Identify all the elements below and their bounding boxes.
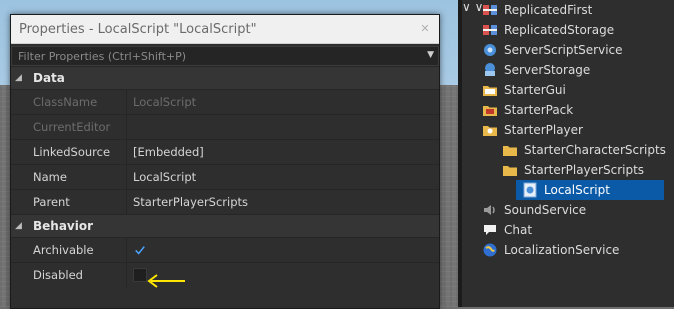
property-value [127,115,439,139]
tree-item-label: StarterPack [504,103,574,117]
property-name: Disabled [11,263,127,287]
annotation-arrow-icon [147,274,185,288]
server-storage-icon [482,62,498,78]
tree-item-startercharacterscripts[interactable]: StarterCharacterScripts [502,140,666,160]
section-data[interactable]: ◢ Data [11,66,439,89]
chat-bubble-icon [482,222,498,238]
tree-item-starterpack[interactable]: StarterPack [482,100,573,120]
tree-item-startergui[interactable]: StarterGui [482,80,566,100]
properties-titlebar[interactable]: Properties - LocalScript "LocalScript" ✕ [11,15,439,44]
property-row-classname[interactable]: ClassName LocalScript [11,89,439,114]
tree-item-starterplayerscripts[interactable]: StarterPlayerScripts [502,160,644,180]
tree-item-serverscriptservice[interactable]: ServerScriptService [482,40,623,60]
tree-item-replicatedstorage[interactable]: ReplicatedStorage [482,20,614,40]
filter-placeholder: Filter Properties (Ctrl+Shift+P) [18,49,187,63]
properties-title: Properties - LocalScript "LocalScript" [19,21,257,37]
folder-icon [502,162,518,178]
tree-item-serverstorage[interactable]: ServerStorage [482,60,590,80]
property-row-parent[interactable]: Parent StarterPlayerScripts [11,189,439,214]
explorer-panel: ReplicatedFirst ReplicatedStorage Server… [462,0,674,307]
chevron-down-icon[interactable]: ◢ [15,221,29,231]
tree-item-label: SoundService [504,203,587,217]
tree-item-label: Chat [504,223,533,237]
tree-item-label: LocalScript [544,183,610,197]
tree-item-label: StarterGui [504,83,566,97]
tree-item-label: ServerScriptService [504,43,623,57]
folder-icon [502,142,518,158]
globe-icon [482,242,498,258]
property-row-linkedsource[interactable]: LinkedSource [Embedded] [11,139,439,164]
property-value[interactable]: [Embedded] [127,140,439,164]
tree-item-soundservice[interactable]: SoundService [482,200,586,220]
replicated-storage-icon [482,22,498,38]
property-row-currenteditor[interactable]: CurrentEditor [11,114,439,139]
property-name: ClassName [11,90,127,114]
chevron-down-icon[interactable]: ∨ [462,0,471,14]
speaker-icon [482,202,498,218]
property-row-name[interactable]: Name LocalScript [11,164,439,189]
local-script-icon [522,182,538,198]
tree-item-label: LocalizationService [504,243,620,257]
property-name: Name [11,165,127,189]
property-value[interactable]: LocalScript [127,165,439,189]
checkmark-icon [135,246,145,255]
tree-item-localizationservice[interactable]: LocalizationService [482,240,619,260]
tree-item-label: ReplicatedStorage [504,23,615,37]
archivable-checkbox[interactable] [133,243,147,257]
property-row-archivable[interactable]: Archivable [11,237,439,262]
property-name: CurrentEditor [11,115,127,139]
filter-properties-input[interactable]: Filter Properties (Ctrl+Shift+P) ▼ [11,46,439,66]
property-value[interactable]: StarterPlayerScripts [127,190,439,214]
property-name: Parent [11,190,127,214]
replicated-first-icon [482,2,498,18]
chevron-down-icon[interactable]: ▼ [427,50,434,60]
tree-item-label: StarterPlayer [504,123,583,137]
tree-item-label: StarterPlayerScripts [524,163,645,177]
section-behavior[interactable]: ◢ Behavior [11,214,439,237]
tree-item-label: StarterCharacterScripts [524,143,666,157]
tree-item-starterplayer[interactable]: StarterPlayer [482,120,583,140]
property-value: LocalScript [133,95,197,109]
tree-item-localscript[interactable]: LocalScript [522,180,610,200]
property-value [127,238,439,262]
tree-item-chat[interactable]: Chat [482,220,532,240]
tree-item-label: ServerStorage [504,63,591,77]
folder-icon [482,102,498,118]
folder-icon [482,122,498,138]
section-data-label: Data [33,71,65,85]
server-script-service-icon [482,42,498,58]
close-icon[interactable]: ✕ [417,21,433,37]
section-behavior-label: Behavior [33,219,94,233]
property-row-disabled[interactable]: Disabled [11,262,439,287]
properties-window: Properties - LocalScript "LocalScript" ✕… [10,14,440,309]
property-name: LinkedSource [11,140,127,164]
tree-item-replicatedfirst[interactable]: ReplicatedFirst [482,0,592,20]
tree-item-label: ReplicatedFirst [504,3,593,17]
folder-icon [482,82,498,98]
chevron-down-icon[interactable]: ◢ [15,73,29,83]
property-name: Archivable [11,238,127,262]
